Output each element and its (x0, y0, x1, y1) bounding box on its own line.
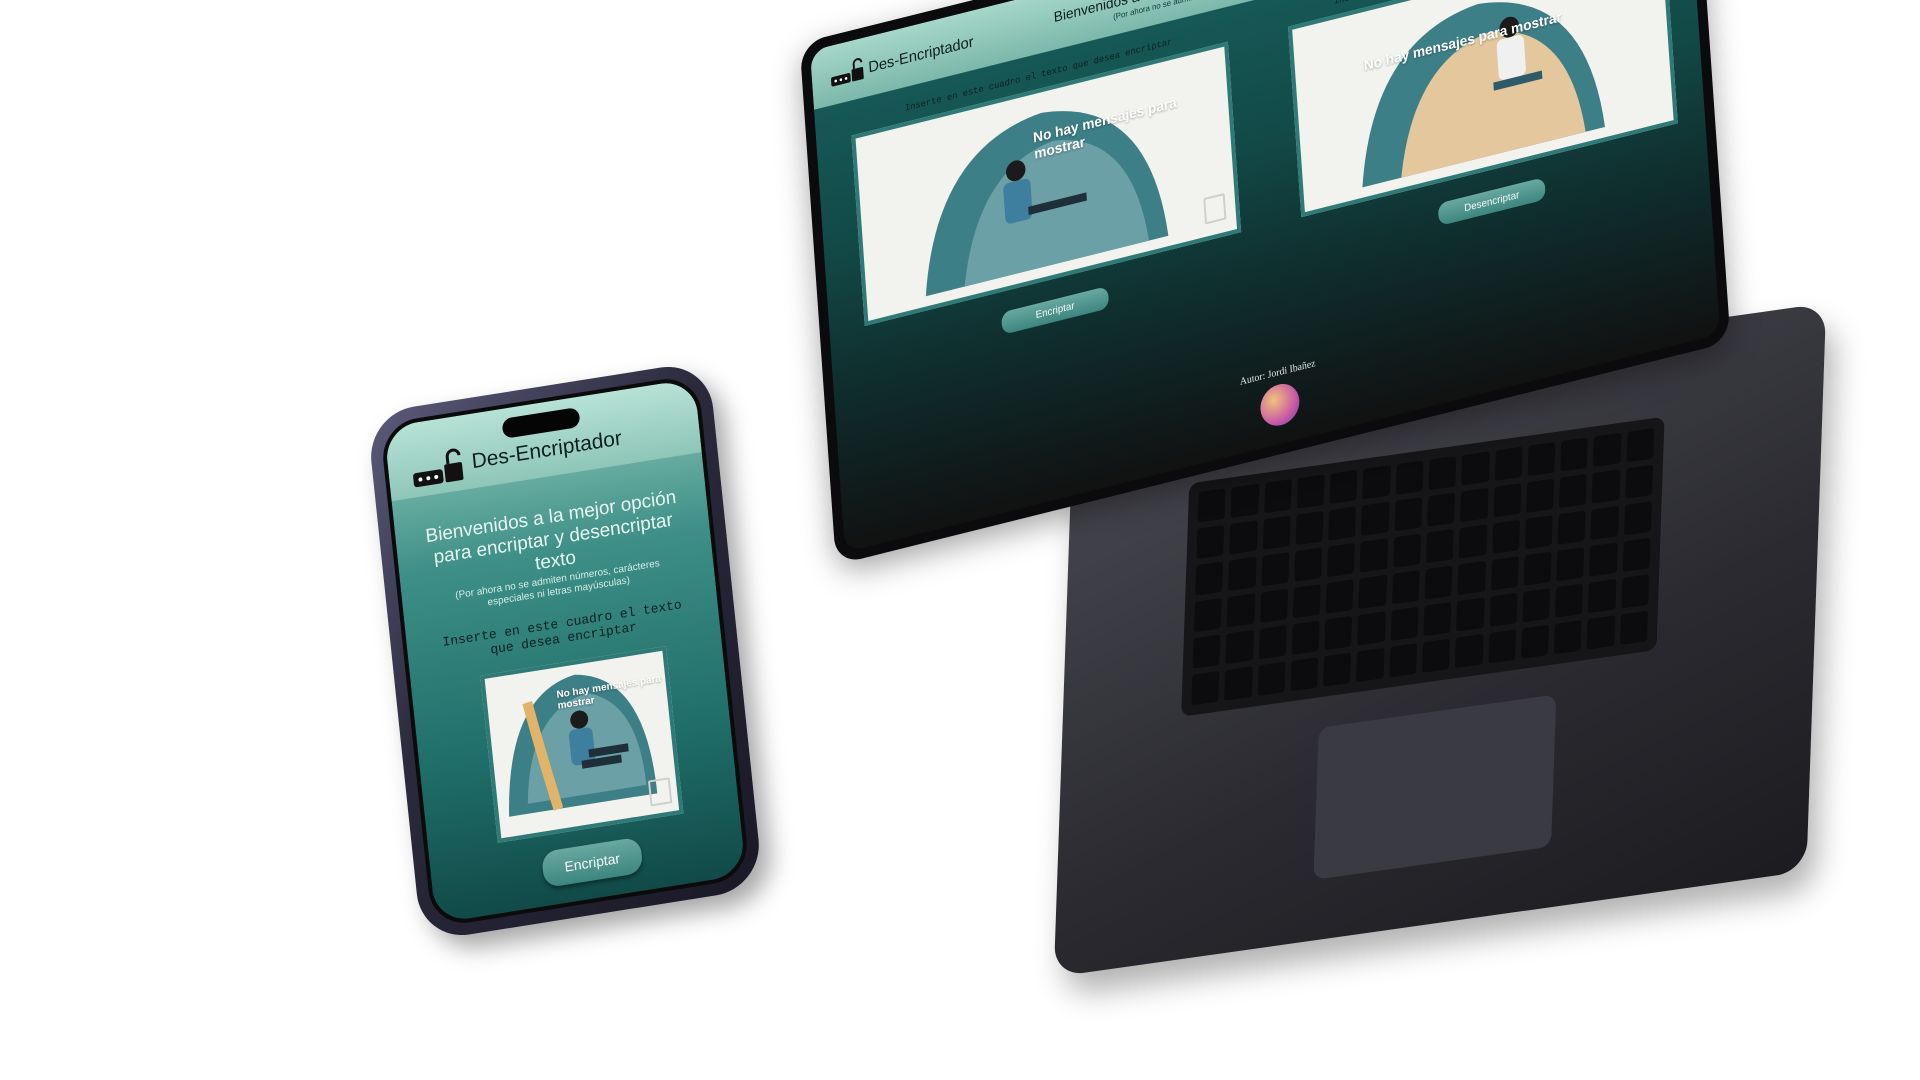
document-icon (1203, 192, 1227, 225)
document-icon (647, 777, 673, 807)
padlock-icon (413, 448, 464, 488)
phone-mockup: Des-Encriptador Bienvenidos a la mejor o… (366, 360, 764, 942)
avatar-image (1259, 379, 1301, 430)
decrypt-button[interactable]: Desencriptar (1437, 177, 1546, 227)
encrypt-textarea-illustration[interactable]: No hay mensajes para mostrar (480, 646, 684, 843)
encrypt-button[interactable]: Encriptar (540, 836, 644, 889)
brand-title: Des-Encriptador (470, 426, 623, 474)
reading-man-illustration (925, 111, 1169, 297)
trackpad (1313, 694, 1557, 880)
keyboard (1181, 416, 1665, 717)
decrypt-textarea-illustration[interactable]: No hay mensajes para mostrar (1288, 0, 1678, 218)
encrypt-button[interactable]: Encriptar (1000, 285, 1110, 335)
brand-title: Des-Encriptador (867, 33, 975, 77)
phone-screen: Des-Encriptador Bienvenidos a la mejor o… (379, 373, 751, 929)
padlock-icon (831, 58, 864, 87)
